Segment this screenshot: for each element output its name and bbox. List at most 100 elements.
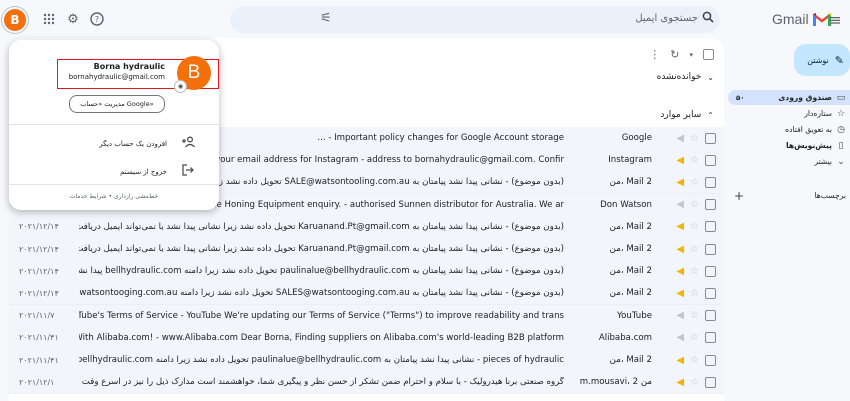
star-icon[interactable]: ☆ (690, 377, 699, 388)
help-icon[interactable]: ? (88, 10, 106, 28)
email-row[interactable]: ۲۰۲۱/۱۲/۱۴ (بدون موضوع) - نشانی پیدا نشد … (9, 215, 724, 239)
email-date: ۲۰۲۱/۱۲/۱۴ (19, 222, 59, 232)
labels-title: برچسب‌ها (814, 191, 846, 200)
add-account-button[interactable]: افزودن یک حساب دیگر (99, 136, 195, 151)
important-marker-icon[interactable]: ◀ (676, 221, 684, 232)
section-unread[interactable]: خوانده‌نشده ⌄ (657, 72, 714, 82)
star-icon[interactable]: ☆ (690, 244, 699, 255)
sidebar-item-label: صندوق ورودی (778, 93, 832, 102)
row-checkbox[interactable] (705, 376, 716, 388)
important-marker-icon[interactable]: ◀ (676, 177, 684, 188)
privacy-link[interactable]: خط‌مشی رازداری (114, 193, 158, 200)
account-popup: Borna hydraulic bornahydraulic@gmail.com… (9, 40, 219, 210)
settings-icon[interactable]: ⚙ (64, 10, 82, 28)
camera-icon[interactable]: ◉ (174, 80, 187, 93)
email-subject: Changes to YouTube's Terms of Service - … (79, 310, 564, 321)
search-icon[interactable] (702, 11, 714, 26)
star-icon[interactable]: ☆ (690, 221, 699, 232)
row-checkbox[interactable] (705, 154, 716, 166)
important-marker-icon[interactable]: ◀ (676, 377, 684, 388)
terms-link[interactable]: شرایط خدمات (70, 193, 107, 200)
compose-button[interactable]: نوشتن ✎ (794, 44, 850, 76)
clock-icon: ◷ (837, 124, 845, 135)
row-checkbox[interactable] (705, 310, 716, 322)
email-row[interactable]: ۲۰۲۱/۱۱/۴۱ Getting Started With Alibaba.c… (9, 326, 724, 350)
row-checkbox[interactable] (705, 243, 716, 255)
refresh-icon[interactable]: ↻ (670, 48, 679, 61)
select-all-checkbox[interactable] (703, 49, 714, 60)
star-icon[interactable]: ☆ (690, 177, 699, 188)
email-date: ۲۰۲۱/۱۲/۱۴ (19, 244, 59, 254)
important-marker-icon[interactable]: ◀ (676, 155, 684, 166)
email-row[interactable]: ۲۰۲۱/۱۱/۴۱ pieces of hydraulic - نشانی پی… (9, 349, 724, 372)
star-icon[interactable]: ☆ (690, 288, 699, 299)
gmail-logo[interactable]: Gmail (772, 11, 831, 27)
search-input[interactable]: جستجوی ایمیل (635, 13, 698, 24)
email-row[interactable]: ۲۰۲۱/۱۲/۱۴ (بدون موضوع) - نشانی پیدا نشد … (9, 238, 724, 261)
labels-header: + برچسب‌ها (724, 188, 850, 203)
important-marker-icon[interactable]: ◀ (676, 244, 684, 255)
email-row[interactable]: ۲۰۲۱/۱۲/۱۴ (بدون موضوع) - نشانی پیدا نشد … (9, 260, 724, 284)
important-marker-icon[interactable]: ◀ (676, 332, 684, 343)
search-options-icon[interactable]: ⚟ (320, 11, 332, 26)
email-sender: من، Mail 2 (609, 266, 652, 277)
email-subject: (بدون موضوع) - نشانی پیدا نشد پیامتان به… (79, 221, 564, 232)
manage-account-button[interactable]: مدیریت «حساب Google» (69, 95, 165, 113)
sidebar-item-starred[interactable]: ستاره‌دار ☆ (804, 106, 850, 121)
more-options-icon[interactable]: ⋮ (649, 48, 660, 61)
account-name: Borna hydraulic (93, 62, 165, 71)
row-checkbox[interactable] (705, 199, 716, 211)
main-menu-icon[interactable]: ≡ (829, 11, 842, 29)
chevron-down-icon: ⌄ (837, 156, 845, 167)
important-marker-icon[interactable]: ◀ (676, 310, 684, 321)
email-sender: m.mousavi، من 2 (579, 377, 652, 388)
add-person-icon (181, 136, 195, 151)
row-checkbox[interactable] (705, 332, 716, 344)
expand-arrow-icon[interactable]: › (798, 142, 801, 150)
sign-out-button[interactable]: خروج از سیستم (120, 164, 195, 179)
email-date: ۲۰۲۱/۱۲/۱۴ (19, 266, 59, 276)
important-marker-icon[interactable]: ◀ (676, 355, 684, 366)
row-checkbox[interactable] (705, 221, 716, 233)
email-subject: pieces of hydraulic - نشانی پیدا نشد پیا… (79, 355, 564, 365)
email-date: ۲۰۲۱/۱۱/۴۱ (19, 355, 59, 365)
star-icon[interactable]: ☆ (690, 266, 699, 277)
star-icon: ☆ (836, 108, 846, 119)
row-checkbox[interactable] (705, 176, 716, 188)
star-icon[interactable]: ☆ (690, 133, 699, 144)
row-controls: ◀ ☆ (658, 287, 724, 299)
search-bar[interactable]: ⚟ جستجوی ایمیل (230, 6, 720, 33)
select-dropdown-icon[interactable]: ▾ (689, 51, 693, 59)
star-icon[interactable]: ☆ (690, 310, 699, 321)
star-icon[interactable]: ☆ (690, 199, 699, 210)
sidebar-item-label: پیش‌نویس‌ها (785, 141, 832, 150)
row-checkbox[interactable] (705, 265, 716, 277)
star-icon[interactable]: ☆ (690, 355, 699, 366)
row-checkbox[interactable] (705, 287, 716, 299)
email-row[interactable]: ۲۰۲۱/۱۲/۱ گروه صنعتی برنا هیدرولیک - با س… (9, 371, 724, 395)
email-row[interactable]: ۲۰۲۱/۱۱/۷ Changes to YouTube's Terms of S… (9, 304, 724, 328)
row-checkbox[interactable] (705, 354, 716, 366)
important-marker-icon[interactable]: ◀ (676, 266, 684, 277)
sidebar-item-inbox[interactable]: ۵۰ صندوق ورودی ▭ (728, 90, 850, 105)
email-sender: Don Watson (600, 199, 652, 210)
email-subject: (بدون موضوع) - نشانی پیدا نشد پیامتان به… (79, 288, 564, 299)
row-controls: ◀ ☆ (658, 376, 724, 388)
inbox-count: ۵۰ (736, 93, 745, 102)
email-row[interactable]: ۲۰۲۱/۱۲/۱۴ (بدون موضوع) - نشانی پیدا نشد … (9, 282, 724, 306)
section-others[interactable]: سایر موارد ⌃ (660, 110, 714, 120)
sidebar-item-drafts[interactable]: › پیش‌نویس‌ها ▯ (786, 138, 850, 153)
sidebar-item-more[interactable]: بیشتر ⌄ (814, 154, 850, 169)
star-icon[interactable]: ☆ (690, 155, 699, 166)
important-marker-icon[interactable]: ◀ (676, 288, 684, 299)
apps-grid-icon[interactable] (40, 10, 58, 28)
email-date: ۲۰۲۱/۱۱/۴۱ (19, 333, 59, 343)
account-avatar[interactable]: B (4, 9, 26, 31)
important-marker-icon[interactable]: ◀ (676, 199, 684, 210)
logout-icon (181, 164, 195, 179)
star-icon[interactable]: ☆ (690, 332, 699, 343)
sidebar-item-snoozed[interactable]: به تعویق افتاده ◷ (785, 122, 850, 137)
row-checkbox[interactable] (705, 132, 716, 144)
add-label-icon[interactable]: + (734, 189, 744, 203)
important-marker-icon[interactable]: ◀ (676, 133, 684, 144)
